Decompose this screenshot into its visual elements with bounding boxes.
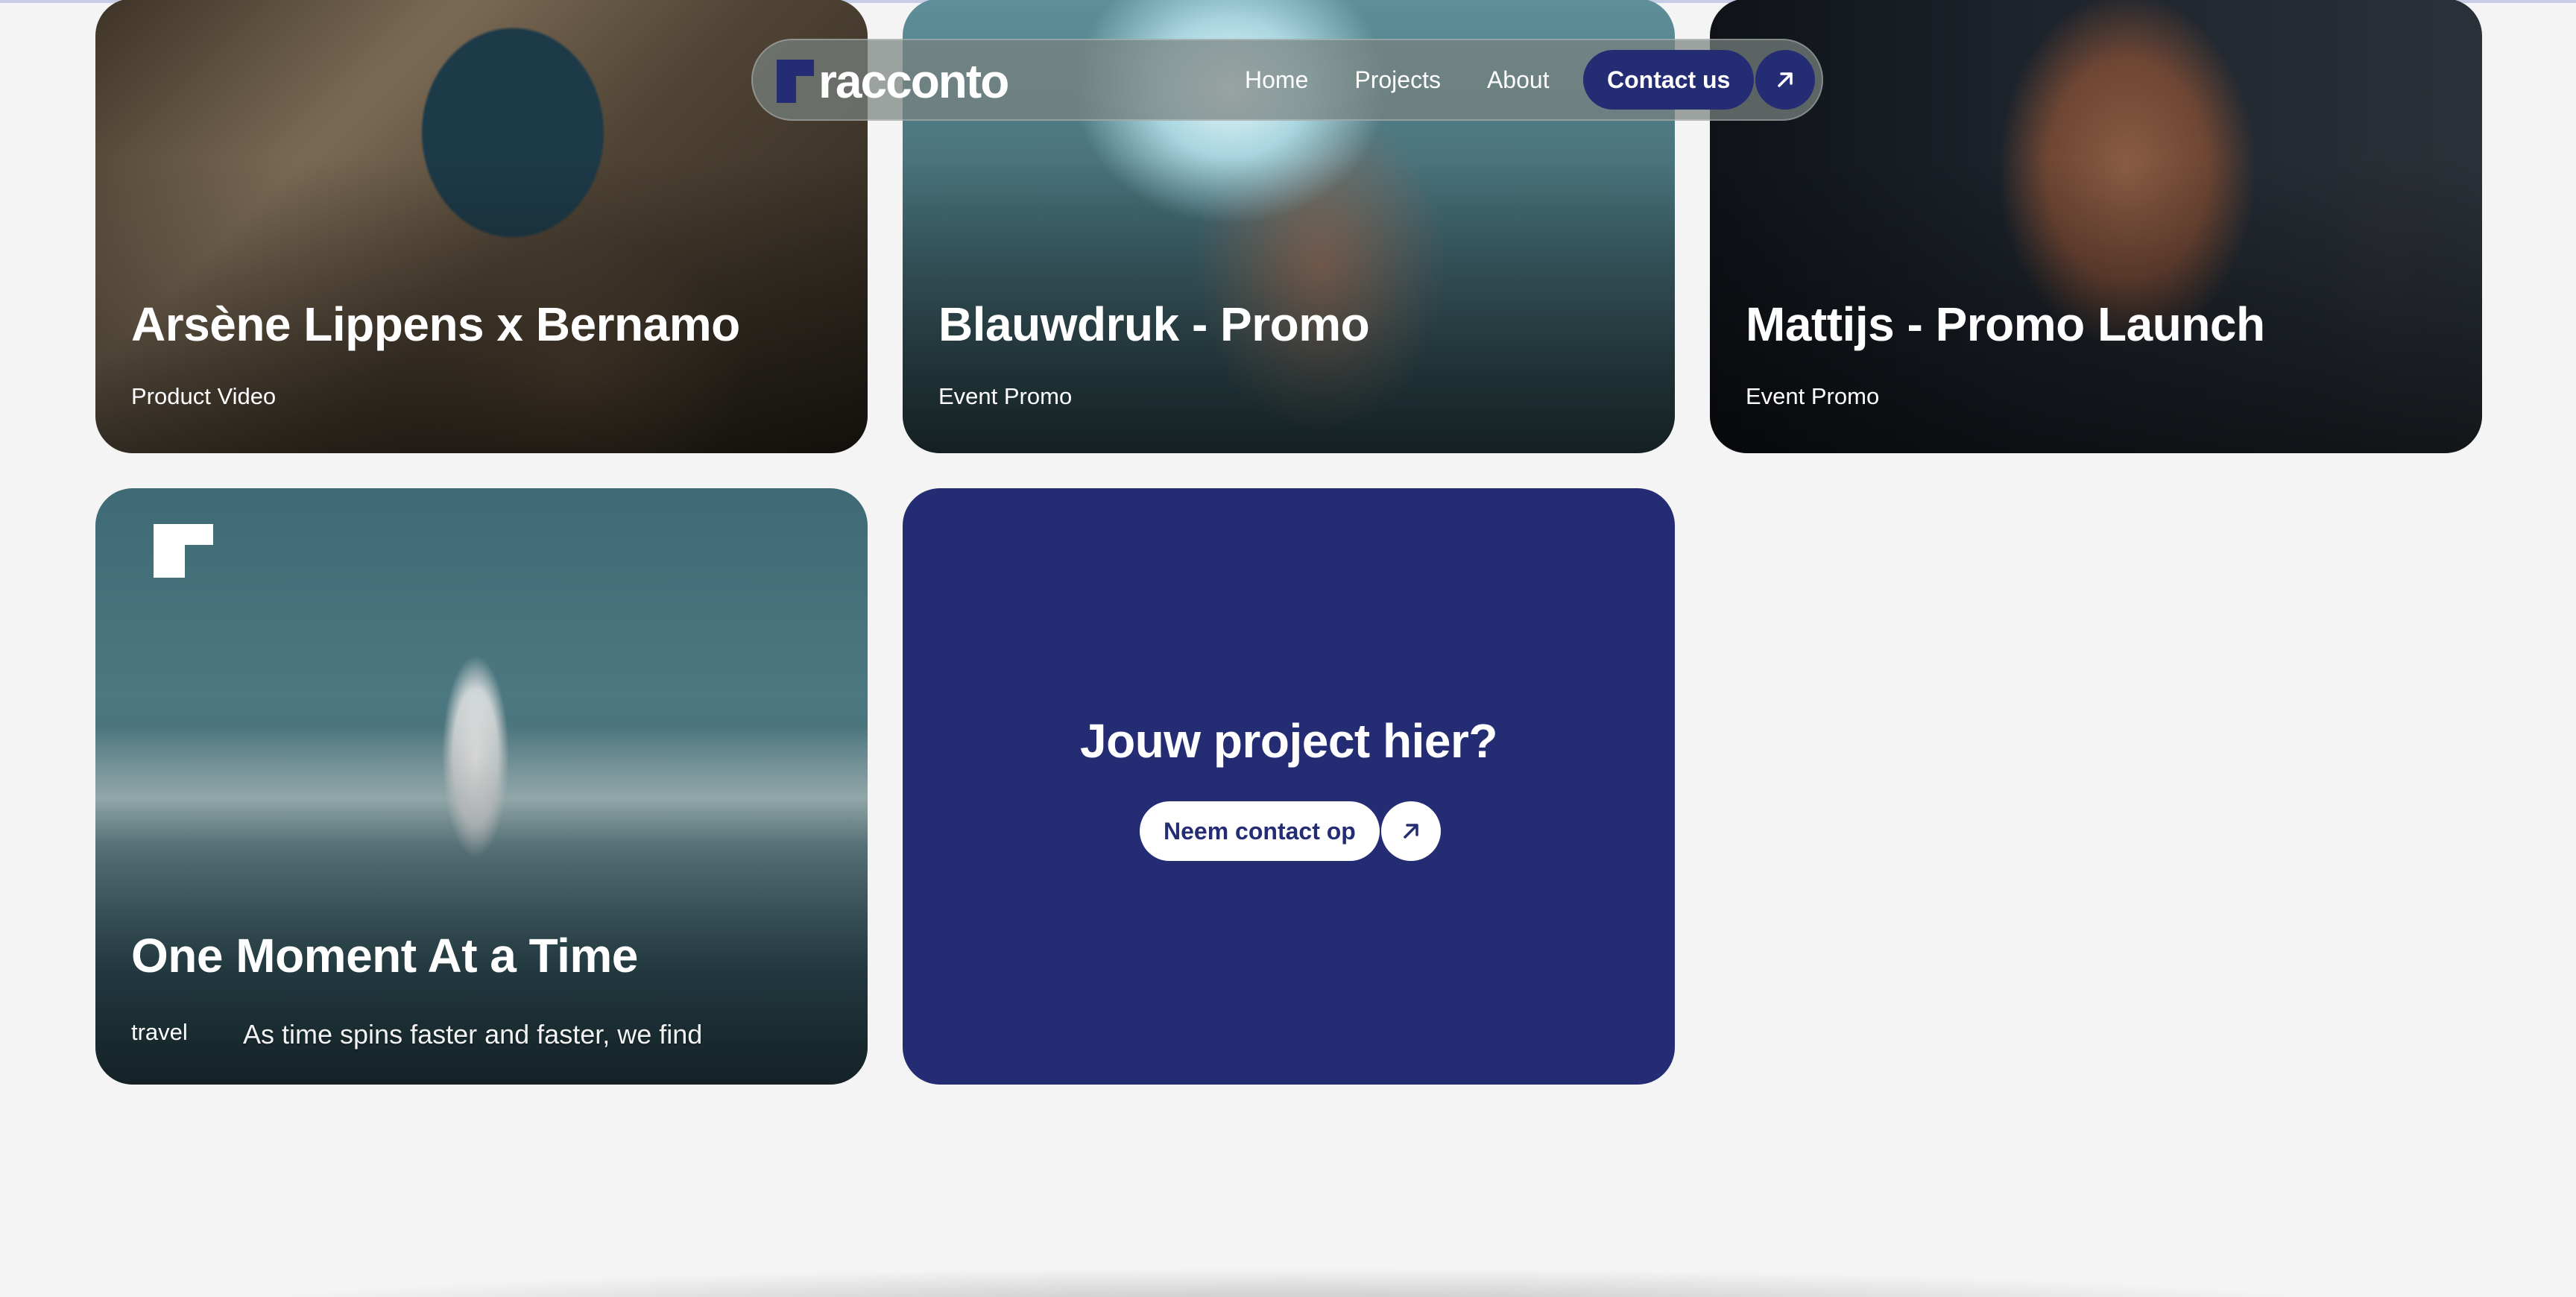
arrow-up-right-button[interactable] xyxy=(1755,50,1816,110)
cta-button-group[interactable]: Neem contact op xyxy=(1140,801,1441,861)
video-subtitle: As time spins faster and faster, we find xyxy=(243,1019,703,1050)
nav-contact-group[interactable]: Contact us xyxy=(1583,50,1816,110)
arrow-up-right-button[interactable] xyxy=(1380,801,1441,861)
project-category: Event Promo xyxy=(938,383,1073,409)
footer-shadow xyxy=(179,1267,2397,1297)
project-category: Product Video xyxy=(131,383,277,409)
nav-link-projects[interactable]: Projects xyxy=(1354,66,1441,94)
project-title: Blauwdruk - Promo xyxy=(938,297,1370,351)
nav-link-home[interactable]: Home xyxy=(1245,66,1308,94)
project-card[interactable]: One Moment At a Time travel As time spin… xyxy=(95,488,868,1085)
cta-card: Jouw project hier? Neem contact op xyxy=(903,488,1675,1085)
project-title: Arsène Lippens x Bernamo xyxy=(131,297,740,351)
project-card[interactable]: Arsène Lippens x Bernamo Product Video xyxy=(95,0,868,453)
navbar: racconto Home Projects About Contact us xyxy=(751,39,1823,121)
project-title: One Moment At a Time xyxy=(131,929,638,982)
contact-us-button[interactable]: Contact us xyxy=(1583,50,1755,110)
project-category: travel xyxy=(131,1019,188,1045)
nav-links: Home Projects About xyxy=(1245,40,1550,119)
nav-link-about[interactable]: About xyxy=(1487,66,1550,94)
cta-title: Jouw project hier? xyxy=(1080,714,1497,768)
brand-name: racconto xyxy=(818,54,1009,108)
contact-button[interactable]: Neem contact op xyxy=(1140,801,1380,861)
project-title: Mattijs - Promo Launch xyxy=(1746,297,2265,351)
arrow-up-right-icon xyxy=(1778,72,1793,87)
project-category: Event Promo xyxy=(1746,383,1880,409)
arrow-up-right-icon xyxy=(1404,824,1418,839)
project-card[interactable]: Mattijs - Promo Launch Event Promo xyxy=(1710,0,2482,453)
brand-logo[interactable]: racconto xyxy=(777,54,1009,109)
racconto-mark-icon xyxy=(154,524,213,578)
racconto-mark-icon xyxy=(777,60,814,103)
